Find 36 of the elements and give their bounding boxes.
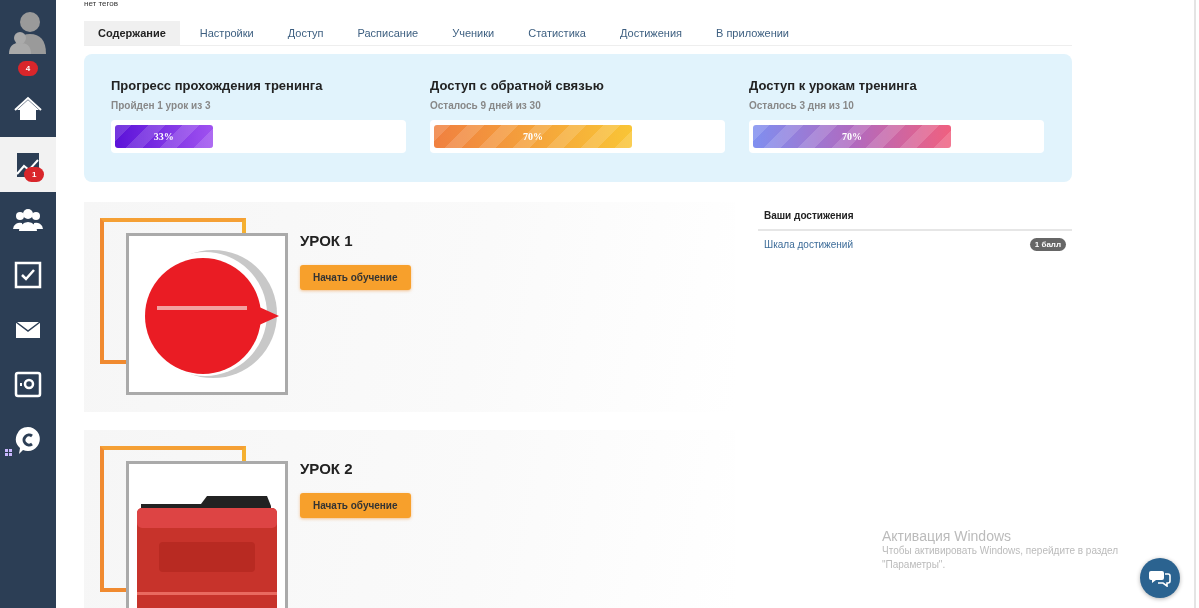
checkbox-icon: [13, 259, 43, 290]
tab[interactable]: В приложении: [702, 21, 803, 45]
progress-fill: 33%: [115, 125, 213, 148]
tags-note: нет тегов: [84, 0, 119, 10]
notification-badge: 1: [24, 167, 45, 182]
progress-fill: 70%: [753, 125, 951, 148]
lesson-title: УРОК 1: [300, 232, 354, 249]
tab[interactable]: Ученики: [438, 21, 509, 45]
activation-text: Чтобы активировать Windows, перейдите в раздел "Параметры".: [882, 544, 1120, 572]
tab[interactable]: Содержание: [84, 21, 180, 45]
tab[interactable]: Доступ: [273, 21, 338, 45]
lesson-title: УРОК 2: [300, 460, 354, 477]
progress-subtitle: Пройден 1 урок из 3: [111, 100, 212, 111]
tab[interactable]: Статистика: [514, 21, 600, 45]
progress-title: Доступ с обратной связью: [430, 78, 605, 93]
achievements-link[interactable]: Шкала достижений: [764, 239, 853, 250]
activation-title: Активация Windows: [882, 528, 1013, 544]
progress-subtitle: Осталось 9 дней из 30: [430, 100, 542, 111]
chat-icon: [13, 424, 43, 455]
tab[interactable]: Расписание: [343, 21, 433, 45]
points-badge: 1 балл: [1029, 238, 1066, 251]
start-button[interactable]: Начать обучение: [300, 265, 411, 290]
progress-subtitle: Осталось 3 дня из 10: [749, 100, 855, 111]
progress-fill: 70%: [434, 125, 632, 148]
progress-title: Доступ к урокам тренинга: [749, 78, 918, 93]
qr-icon: [5, 449, 12, 456]
notification-badge: 4: [17, 60, 39, 76]
tab[interactable]: Достижения: [606, 21, 696, 45]
progress-title: Прогресс прохождения тренинга: [111, 78, 324, 93]
chat-icon: [1149, 569, 1171, 587]
sidebar-item[interactable]: 1: [0, 137, 56, 192]
chat-button[interactable]: [1140, 558, 1180, 598]
safe-icon: [13, 369, 43, 400]
achievements-title: Ваши достижения: [758, 202, 1072, 231]
tab[interactable]: Настройки: [185, 21, 268, 45]
start-button[interactable]: Начать обучение: [300, 493, 411, 518]
